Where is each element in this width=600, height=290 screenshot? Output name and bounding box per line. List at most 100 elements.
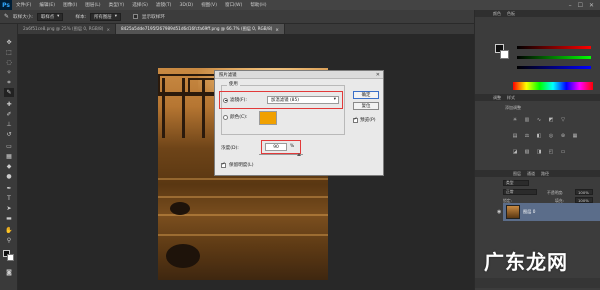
exposure-icon[interactable]: ◩: [547, 116, 555, 123]
layer-row[interactable]: 图层 0: [503, 203, 600, 221]
tab-document-1[interactable]: 2a6f51ce8.png @ 25% (图层 0, RGB/8) ×: [18, 24, 116, 34]
tab-channels[interactable]: 通道: [527, 171, 535, 177]
menu-image[interactable]: 图像(I): [59, 2, 81, 8]
visibility-eye-icon[interactable]: ◉: [497, 209, 501, 215]
selective-color-icon[interactable]: ◰: [547, 148, 555, 155]
tab-document-2[interactable]: 8425a5dde7195f267989d51d6d16fcfa69ff.png…: [115, 24, 285, 34]
dodge-tool-icon[interactable]: ●: [4, 172, 14, 181]
bridge-pillar: [162, 78, 165, 138]
preserve-luminosity-row: 保留明度(L): [221, 161, 254, 169]
tab-color[interactable]: 颜色: [493, 11, 501, 17]
menu-edit[interactable]: 编辑(E): [35, 2, 59, 8]
color-swatch[interactable]: [259, 111, 277, 125]
ok-button[interactable]: 确定: [353, 91, 379, 99]
minimize-button[interactable]: –: [569, 2, 572, 9]
invert-icon[interactable]: ◪: [511, 148, 519, 155]
posterize-icon[interactable]: ▧: [523, 148, 531, 155]
menu-select[interactable]: 选择(S): [128, 2, 152, 8]
healing-tool-icon[interactable]: ✚: [4, 100, 14, 109]
color-spectrum[interactable]: [513, 82, 593, 90]
bridge-pillar: [182, 78, 185, 138]
crop-tool-icon[interactable]: ⌗: [4, 78, 14, 87]
stamp-tool-icon[interactable]: ⊥: [4, 120, 14, 129]
document-tabs: 2a6f51ce8.png @ 25% (图层 0, RGB/8) × 8425…: [18, 24, 474, 34]
lasso-tool-icon[interactable]: ◌: [4, 58, 14, 67]
zoom-tool-icon[interactable]: ⚲: [4, 236, 14, 245]
sample-select[interactable]: 所有图层 ▾: [90, 12, 121, 21]
blend-mode-select[interactable]: 正常: [503, 189, 537, 195]
color-lookup-icon[interactable]: ▦: [571, 132, 579, 139]
path-select-tool-icon[interactable]: ➤: [4, 204, 14, 213]
close-icon[interactable]: ×: [275, 27, 279, 32]
tab-paths[interactable]: 路径: [541, 171, 549, 177]
layer-thumbnail: [506, 205, 520, 219]
shape-tool-icon[interactable]: ▬: [4, 214, 14, 223]
menu-view[interactable]: 视图(V): [197, 2, 221, 8]
photo-filter-icon[interactable]: ◎: [547, 132, 555, 139]
curves-icon[interactable]: ∿: [535, 116, 543, 123]
black-white-icon[interactable]: ◧: [535, 132, 543, 139]
channel-mixer-icon[interactable]: ⊛: [559, 132, 567, 139]
blur-tool-icon[interactable]: ◆: [4, 162, 14, 171]
menu-help[interactable]: 帮助(H): [246, 2, 270, 8]
eyedropper-tool-icon[interactable]: ✎: [4, 13, 9, 20]
eyedropper-tool-icon[interactable]: ✎: [4, 88, 14, 97]
sample-size-select[interactable]: 取样点 ▾: [36, 12, 64, 21]
close-icon[interactable]: ✕: [376, 72, 380, 78]
density-slider-thumb[interactable]: [296, 153, 301, 156]
eraser-tool-icon[interactable]: ▭: [4, 142, 14, 151]
menu-type[interactable]: 类型(Y): [105, 2, 129, 8]
color-radio[interactable]: [223, 114, 228, 120]
photo-filter-dialog: 照片滤镜 ✕ 使用 滤镜(F): 加温滤镜 (85) ▾ 颜色(C): 浓度(D…: [214, 70, 384, 176]
brightness-icon[interactable]: ☀: [511, 116, 519, 123]
color-balance-icon[interactable]: ⚖: [523, 132, 531, 139]
menu-layer[interactable]: 图层(L): [81, 2, 104, 8]
quick-select-tool-icon[interactable]: ✧: [4, 68, 14, 77]
sample-size-value: 取样点: [40, 14, 55, 20]
filter-select[interactable]: 加温滤镜 (85) ▾: [267, 96, 339, 104]
filter-radio[interactable]: [223, 97, 228, 103]
type-tool-icon[interactable]: T: [4, 194, 14, 203]
menu-3d[interactable]: 3D(D): [175, 3, 197, 8]
hand-tool-icon[interactable]: ✋: [4, 226, 14, 235]
density-input[interactable]: 90: [265, 143, 287, 151]
reset-button[interactable]: 复位: [353, 102, 379, 110]
gradient-map-icon[interactable]: ▭: [559, 148, 567, 155]
background-color-swatch[interactable]: [7, 254, 14, 261]
threshold-icon[interactable]: ◨: [535, 148, 543, 155]
chevron-down-icon: ▾: [333, 97, 336, 102]
menu-filter[interactable]: 滤镜(T): [152, 2, 176, 8]
layer-kind-filter[interactable]: 类型: [503, 180, 529, 186]
vibrance-icon[interactable]: ▽: [559, 116, 567, 123]
brush-tool-icon[interactable]: ✐: [4, 110, 14, 119]
menu-file[interactable]: 文件(F): [12, 2, 35, 8]
blue-slider[interactable]: [517, 66, 591, 69]
tab-adjustments[interactable]: 调整: [493, 95, 501, 101]
tab-layers[interactable]: 图层: [513, 171, 521, 177]
opacity-input[interactable]: 100%: [575, 189, 593, 195]
maximize-button[interactable]: ☐: [578, 2, 583, 9]
quick-mask-icon[interactable]: ◙: [4, 268, 14, 277]
menu-window[interactable]: 窗口(W): [221, 2, 246, 8]
green-slider[interactable]: [517, 56, 591, 59]
history-brush-tool-icon[interactable]: ↺: [4, 130, 14, 139]
preview-checkbox[interactable]: [353, 116, 358, 123]
levels-icon[interactable]: ▥: [523, 116, 531, 123]
red-slider[interactable]: [517, 46, 591, 49]
close-icon[interactable]: ×: [106, 27, 110, 32]
preview-label: 预览(P): [360, 118, 376, 123]
hue-saturation-icon[interactable]: ▤: [511, 132, 519, 139]
tools-panel: ✥ ⬚ ◌ ✧ ⌗ ✎ ✚ ✐ ⊥ ↺ ▭ ▦ ◆ ● ✒ T ➤ ▬ ✋ ⚲ …: [0, 24, 18, 290]
background-color-swatch[interactable]: [500, 50, 509, 59]
gradient-tool-icon[interactable]: ▦: [4, 152, 14, 161]
close-window-button[interactable]: ✕: [589, 2, 594, 9]
water-ripple: [158, 178, 328, 180]
tab-swatches[interactable]: 色板: [507, 11, 515, 17]
preserve-luminosity-checkbox[interactable]: [221, 161, 226, 168]
marquee-tool-icon[interactable]: ⬚: [4, 48, 14, 57]
show-ring-checkbox[interactable]: [132, 14, 138, 19]
tab-styles[interactable]: 样式: [507, 95, 515, 101]
move-tool-icon[interactable]: ✥: [4, 38, 14, 47]
pen-tool-icon[interactable]: ✒: [4, 184, 14, 193]
opacity-value: 100%: [578, 189, 589, 195]
